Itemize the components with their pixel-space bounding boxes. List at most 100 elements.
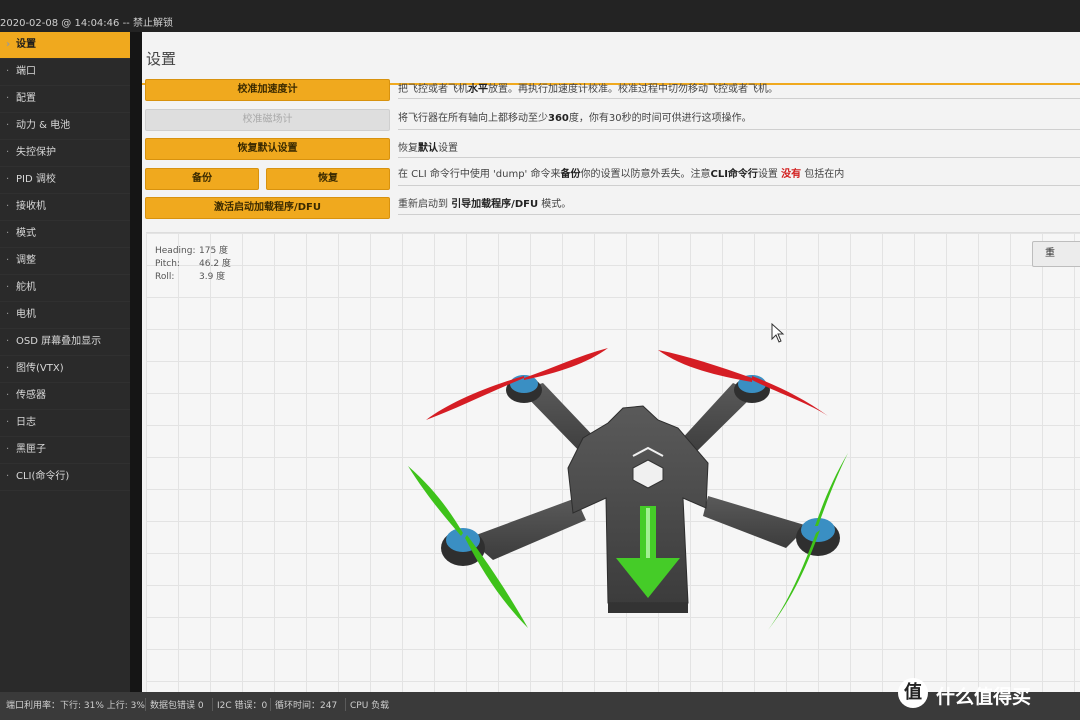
gear-icon: · (6, 93, 10, 104)
watermark-logo-icon: 值 (898, 678, 928, 708)
desc-text: 恢复 (398, 143, 418, 154)
backup-button[interactable]: 备份 (145, 168, 259, 190)
sidebar-item-modes[interactable]: · 模式 (0, 221, 130, 248)
model-viewer[interactable]: Heading: 175 度 Pitch: 46.2 度 Roll: 3.9 度 重 (146, 232, 1080, 694)
wrench-icon: › (6, 39, 11, 50)
quadcopter-model (408, 348, 848, 630)
shield-icon: · (6, 147, 10, 158)
window-title-bar: 2020-02-08 @ 14:04:46 -- 禁止解锁 (0, 0, 1080, 32)
desc-bold: 360 (548, 113, 569, 124)
row-separator (398, 185, 1080, 186)
i2c-error-count: I2C 错误：0 (212, 698, 267, 711)
mouse-cursor-icon (771, 323, 785, 343)
desc-bold: 水平 (468, 84, 488, 95)
sidebar-item-label: 失控保护 (16, 147, 56, 158)
sidebar-item-label: 调整 (16, 255, 36, 266)
desc-warning: 没有 (781, 169, 802, 180)
sidebar-item-label: CLI(命令行) (16, 471, 70, 482)
site-watermark: 值 什么值得买 (898, 678, 1068, 710)
sidebar-item-label: 动力 & 电池 (16, 120, 71, 131)
sidebar-item-configuration[interactable]: · 配置 (0, 86, 130, 113)
sliders-icon: · (6, 174, 10, 185)
sidebar-item-receiver[interactable]: · 接收机 (0, 194, 130, 221)
page-title: 设置 (146, 50, 177, 68)
cycle-time: 循环时间：247 (270, 698, 337, 711)
battery-icon: · (6, 120, 10, 131)
vtx-icon: · (6, 363, 10, 374)
antenna-icon: · (6, 201, 10, 212)
sidebar-item-label: 接收机 (16, 201, 46, 212)
motor-icon: · (6, 309, 10, 320)
row-separator (398, 157, 1080, 158)
sidebar-item-ports[interactable]: · 端口 (0, 59, 130, 86)
sidebar-item-label: 图传(VTX) (16, 363, 64, 374)
desc-bold: 默认 (418, 143, 438, 154)
terminal-icon: · (6, 471, 10, 482)
sidebar-item-sensors[interactable]: · 传感器 (0, 383, 130, 410)
calibrate-magnetometer-description: 将飞行器在所有轴向上都移动至少360度，你有30秒的时间可供进行这项操作。 (398, 109, 752, 124)
sidebar-item-label: 配置 (16, 93, 36, 104)
adjust-icon: · (6, 255, 10, 266)
sidebar-item-motors[interactable]: · 电机 (0, 302, 130, 329)
row-separator (398, 98, 1080, 99)
row-separator (398, 214, 1080, 215)
sidebar-item-setup[interactable]: › 设置 (0, 32, 130, 59)
sidebar-item-cli[interactable]: · CLI(命令行) (0, 464, 130, 491)
heading-value: 175 度 (199, 246, 229, 256)
desc-text: 把飞控或者飞机 (398, 84, 468, 95)
sidebar-divider (130, 32, 142, 692)
desc-text: 重新启动到 (398, 199, 452, 210)
desc-text: 放置。再执行加速度计校准。校准过程中切勿移动飞控或者飞机。 (488, 84, 778, 95)
window-title: 2020-02-08 @ 14:04:46 -- 禁止解锁 (0, 18, 173, 29)
restore-button[interactable]: 恢复 (266, 168, 390, 190)
sidebar-item-adjustments[interactable]: · 调整 (0, 248, 130, 275)
packet-error-count: 数据包错误 0 (145, 698, 204, 711)
switch-icon: · (6, 228, 10, 239)
sidebar-item-pid-tuning[interactable]: · PID 调校 (0, 167, 130, 194)
desc-text: 设置 (757, 169, 778, 180)
log-icon: · (6, 417, 10, 428)
sidebar-item-blackbox[interactable]: · 黑匣子 (0, 437, 130, 464)
desc-text: 设置 (438, 143, 458, 154)
sidebar-item-vtx[interactable]: · 图传(VTX) (0, 356, 130, 383)
sidebar-item-label: 日志 (16, 417, 36, 428)
sensor-icon: · (6, 390, 10, 401)
desc-text: 模式。 (538, 199, 572, 210)
calibrate-accelerometer-button[interactable]: 校准加速度计 (145, 79, 390, 101)
blackbox-icon: · (6, 444, 10, 455)
sidebar-item-label: 设置 (16, 39, 36, 50)
heading-label: Heading: (155, 246, 196, 256)
calibrate-magnetometer-button[interactable]: 校准磁场计 (145, 109, 390, 131)
pitch-value: 46.2 度 (199, 259, 231, 269)
pitch-readout: Pitch: 46.2 度 (155, 256, 231, 269)
sidebar-item-label: 模式 (16, 228, 36, 239)
reset-z-axis-button[interactable]: 重 (1032, 241, 1080, 267)
sidebar-item-power-battery[interactable]: · 动力 & 电池 (0, 113, 130, 140)
cpu-load: CPU 负载 (345, 698, 389, 711)
desc-text: 将飞行器在所有轴向上都移动至少 (398, 113, 548, 124)
sidebar-item-label: 舵机 (16, 282, 36, 293)
dfu-description: 重新启动到 引导加载程序/DFU 模式。 (398, 195, 571, 210)
backup-description: 在 CLI 命令行中使用 'dump' 命令来备份你的设置以防意外丢失。注意CL… (398, 165, 844, 180)
desc-text: 度，你有30秒的时间可供进行这项操作。 (568, 113, 752, 124)
sidebar-item-failsafe[interactable]: · 失控保护 (0, 140, 130, 167)
desc-bold: 备份 (560, 169, 581, 180)
desc-bold: CLI命令行 (710, 169, 758, 180)
row-separator (398, 129, 1080, 130)
sidebar-item-logging[interactable]: · 日志 (0, 410, 130, 437)
roll-readout: Roll: 3.9 度 (155, 269, 225, 282)
sidebar-item-label: PID 调校 (16, 174, 56, 185)
heading-readout: Heading: 175 度 (155, 243, 228, 256)
reset-defaults-button[interactable]: 恢复默认设置 (145, 138, 390, 160)
sidebar-item-label: 电机 (16, 309, 36, 320)
roll-label: Roll: (155, 272, 175, 282)
plug-icon: · (6, 66, 10, 77)
reset-defaults-description: 恢复默认设置 (398, 139, 458, 154)
activate-bootloader-dfu-button[interactable]: 激活启动加载程序/DFU (145, 197, 390, 219)
desc-text: 你的设置以防意外丢失。注意 (580, 169, 711, 180)
sidebar-item-label: 传感器 (16, 390, 46, 401)
desc-text: 在 CLI 命令行中使用 'dump' 命令来 (398, 169, 561, 180)
sidebar-item-servos[interactable]: · 舵机 (0, 275, 130, 302)
main-content: 设置 校准加速度计 校准磁场计 恢复默认设置 备份 恢复 激活启动加载程序/DF… (142, 32, 1080, 694)
sidebar-item-osd[interactable]: · OSD 屏幕叠加显示 (0, 329, 130, 356)
